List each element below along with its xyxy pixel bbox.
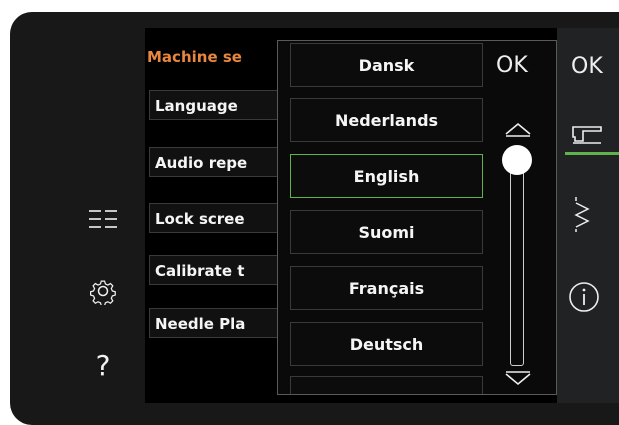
device-frame: ? Machine se Language Audio repe Lock sc…: [10, 12, 619, 425]
scrollbar-thumb[interactable]: [502, 145, 532, 175]
help-label: ?: [95, 348, 111, 382]
scrollbar-track[interactable]: [510, 166, 524, 366]
scroll-up-icon[interactable]: [504, 121, 532, 141]
dropdown-ok-button[interactable]: OK: [496, 53, 528, 78]
active-tab-indicator: [565, 152, 619, 155]
stitch-icon[interactable]: [573, 196, 593, 236]
language-option-partial[interactable]: [290, 376, 483, 394]
settings-row-calibrate[interactable]: Calibrate t: [149, 255, 289, 285]
language-option[interactable]: Deutsch: [290, 322, 483, 366]
settings-header: Machine se: [147, 48, 242, 66]
language-option[interactable]: Suomi: [290, 210, 483, 254]
scroll-down-icon[interactable]: [504, 371, 532, 391]
language-option[interactable]: Français: [290, 266, 483, 310]
language-option-selected[interactable]: English: [290, 154, 483, 198]
right-panel: OK: [557, 28, 619, 403]
settings-row-needle-plate[interactable]: Needle Pla: [149, 308, 289, 338]
right-ok-button[interactable]: OK: [571, 54, 603, 79]
help-icon[interactable]: ?: [90, 348, 116, 382]
language-option[interactable]: Dansk: [290, 43, 483, 87]
list-icon[interactable]: [88, 206, 118, 232]
language-option[interactable]: Nederlands: [290, 98, 483, 142]
sewing-machine-icon[interactable]: [571, 121, 605, 151]
info-icon[interactable]: [567, 280, 601, 318]
settings-row-lock-screen[interactable]: Lock scree: [149, 203, 289, 233]
language-dropdown: Dansk Nederlands English Suomi Français …: [277, 40, 557, 395]
main-screen: Machine se Language Audio repe Lock scre…: [145, 28, 619, 403]
gear-icon[interactable]: [88, 276, 118, 306]
settings-row-audio[interactable]: Audio repe: [149, 147, 289, 177]
settings-row-language[interactable]: Language: [149, 90, 289, 120]
